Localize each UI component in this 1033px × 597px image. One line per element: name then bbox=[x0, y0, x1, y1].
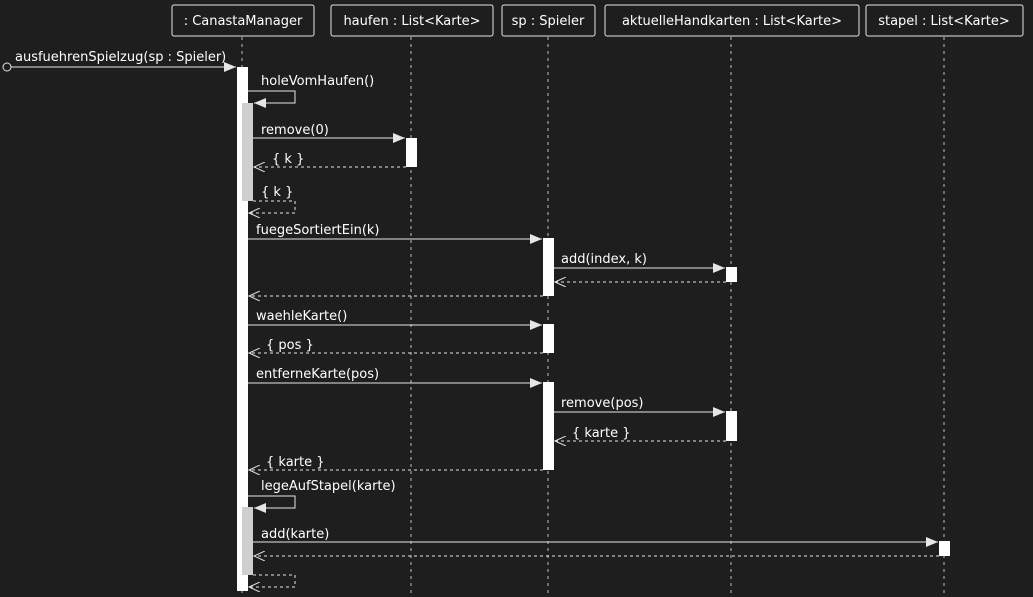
message-self-return-lege-auf-stapel bbox=[249, 574, 296, 587]
message-add-index-k: add(index, k) bbox=[554, 252, 725, 273]
message-label: legeAufStapel(karte) bbox=[261, 479, 396, 494]
activation-bar-handkarten-remove bbox=[726, 411, 737, 441]
message-label: fuegeSortiertEin(k) bbox=[256, 223, 380, 238]
message-label: ausfuehrenSpielzug(sp : Spieler) bbox=[15, 50, 226, 65]
message-label: { pos } bbox=[266, 338, 314, 353]
message-arrow bbox=[248, 495, 296, 513]
message-remove-0: remove(0) bbox=[253, 123, 405, 143]
message-hole-vom-haufen: holeVomHaufen() bbox=[248, 74, 374, 108]
participant-spieler[interactable]: sp : Spieler bbox=[501, 4, 596, 37]
lifelines bbox=[241, 37, 945, 597]
message-arrow bbox=[248, 90, 296, 108]
activation-bar-stapel bbox=[939, 541, 950, 556]
message-return-k: { k } bbox=[254, 152, 406, 167]
activation-bar-handkarten-add bbox=[726, 267, 737, 282]
message-label: add(index, k) bbox=[561, 252, 647, 267]
message-remove-pos: remove(pos) bbox=[554, 396, 725, 417]
message-lege-auf-stapel: legeAufStapel(karte) bbox=[248, 479, 396, 513]
message-self-return-k: { k } bbox=[249, 185, 296, 213]
participant-label: haufen : List<Karte> bbox=[343, 14, 480, 29]
activation-bar-spieler-entfernen bbox=[543, 382, 554, 470]
message-fuege-sortiert-ein: fuegeSortiertEin(k) bbox=[248, 223, 542, 244]
participant-label: stapel : List<Karte> bbox=[878, 14, 1010, 29]
message-return-karte-to-manager: { karte } bbox=[249, 455, 543, 470]
message-label: waehleKarte() bbox=[256, 309, 347, 324]
message-return-karte-to-spieler: { karte } bbox=[555, 426, 726, 441]
message-add-karte: add(karte) bbox=[253, 527, 938, 547]
participant-aktuelle-handkarten[interactable]: aktuelleHandkarten : List<Karte> bbox=[604, 4, 860, 37]
message-label: remove(pos) bbox=[561, 396, 644, 411]
participant-canasta-manager[interactable]: : CanastaManager bbox=[171, 4, 315, 37]
participants: : CanastaManager haufen : List<Karte> sp… bbox=[171, 4, 1024, 37]
message-label: add(karte) bbox=[261, 527, 329, 542]
message-ausfuehren-spielzug: ausfuehrenSpielzug(sp : Spieler) bbox=[2, 50, 236, 72]
activation-bars bbox=[237, 67, 950, 591]
activation-bar-haufen bbox=[406, 138, 417, 167]
participant-label: aktuelleHandkarten : List<Karte> bbox=[622, 14, 842, 29]
activation-bar-hole-vom-haufen bbox=[242, 103, 253, 201]
participant-label: : CanastaManager bbox=[184, 14, 303, 29]
message-return-pos: { pos } bbox=[249, 338, 543, 353]
message-entferne-karte: entferneKarte(pos) bbox=[248, 367, 542, 388]
activation-bar-spieler-waehlen bbox=[543, 324, 554, 353]
message-arrow bbox=[249, 574, 296, 587]
message-label: holeVomHaufen() bbox=[261, 74, 374, 89]
found-message-origin bbox=[2, 62, 12, 72]
message-arrow bbox=[249, 200, 296, 213]
messages: ausfuehrenSpielzug(sp : Spieler) holeVom… bbox=[2, 50, 939, 587]
message-label: { karte } bbox=[572, 426, 631, 441]
message-waehle-karte: waehleKarte() bbox=[248, 309, 542, 330]
message-label: { k } bbox=[272, 152, 304, 167]
sequence-diagram: : CanastaManager haufen : List<Karte> sp… bbox=[2, 4, 1024, 597]
activation-bar-spieler-einfuegen bbox=[543, 238, 554, 296]
participant-haufen[interactable]: haufen : List<Karte> bbox=[330, 4, 494, 37]
message-label: { karte } bbox=[266, 455, 325, 470]
activation-bar-lege-auf-stapel bbox=[242, 507, 253, 575]
message-label: { k } bbox=[261, 185, 293, 200]
participant-label: sp : Spieler bbox=[512, 14, 585, 29]
message-label: entferneKarte(pos) bbox=[256, 367, 379, 382]
participant-stapel[interactable]: stapel : List<Karte> bbox=[865, 4, 1024, 37]
message-label: remove(0) bbox=[261, 123, 329, 138]
